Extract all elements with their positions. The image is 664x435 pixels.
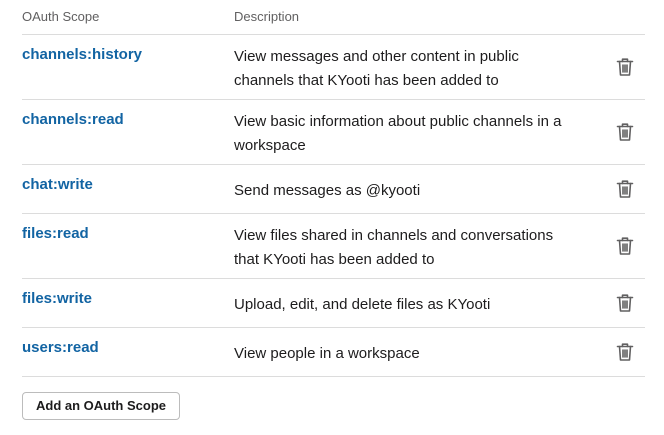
trash-icon[interactable]	[616, 236, 634, 256]
column-header-oauth-scope: OAuth Scope	[22, 9, 100, 24]
scope-description: View messages and other content in publi…	[234, 48, 519, 89]
scope-name-link[interactable]: channels:read	[22, 111, 124, 128]
scope-description: View people in a workspace	[234, 345, 420, 362]
table-row: users:read View people in a workspace	[22, 328, 645, 377]
table-row: files:write Upload, edit, and delete fil…	[22, 279, 645, 328]
scopes-table: channels:history View messages and other…	[22, 35, 645, 377]
trash-icon[interactable]	[616, 122, 634, 142]
table-header: OAuth Scope Description	[22, 0, 645, 35]
scope-name-link[interactable]: chat:write	[22, 176, 93, 193]
scope-description: Upload, edit, and delete files as KYooti	[234, 296, 491, 313]
scope-description: View basic information about public chan…	[234, 113, 562, 154]
trash-icon[interactable]	[616, 342, 634, 362]
trash-icon[interactable]	[616, 179, 634, 199]
oauth-scopes-panel: OAuth Scope Description channels:history…	[0, 0, 664, 435]
table-row: channels:history View messages and other…	[22, 35, 645, 100]
scope-description: View files shared in channels and conver…	[234, 227, 554, 268]
scope-name-link[interactable]: files:write	[22, 290, 92, 307]
trash-icon[interactable]	[616, 293, 634, 313]
table-row: chat:write Send messages as @kyooti	[22, 165, 645, 214]
trash-icon[interactable]	[616, 57, 634, 77]
scope-name-link[interactable]: users:read	[22, 339, 99, 356]
table-row: channels:read View basic information abo…	[22, 100, 645, 165]
column-header-description: Description	[234, 9, 300, 24]
scope-name-link[interactable]: channels:history	[22, 46, 142, 63]
table-row: files:read View files shared in channels…	[22, 214, 645, 279]
scope-name-link[interactable]: files:read	[22, 225, 89, 242]
scope-description: Send messages as @kyooti	[234, 182, 421, 199]
add-oauth-scope-button[interactable]: Add an OAuth Scope	[22, 392, 180, 420]
